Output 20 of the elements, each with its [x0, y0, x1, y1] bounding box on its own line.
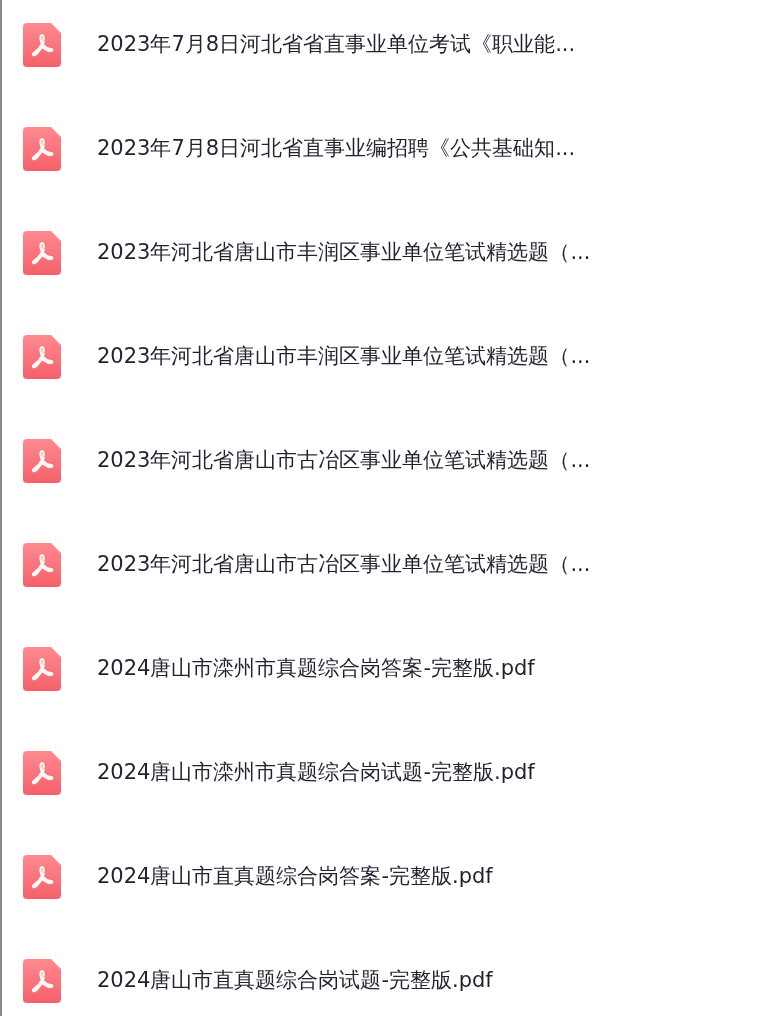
file-name[interactable]: 2024唐山市滦州市真题综合岗答案-完整版.pdf: [97, 653, 535, 685]
file-name[interactable]: 2024唐山市滦州市真题综合岗试题-完整版.pdf: [97, 757, 535, 789]
pdf-file-icon: [23, 231, 61, 275]
file-name[interactable]: 2023年河北省唐山市丰润区事业单位笔试精选题（...: [97, 341, 591, 373]
pdf-file-icon: [23, 751, 61, 795]
pdf-file-icon: [23, 127, 61, 171]
file-name[interactable]: 2024唐山市直真题综合岗试题-完整版.pdf: [97, 965, 493, 997]
pdf-file-icon: [23, 335, 61, 379]
file-name[interactable]: 2024唐山市直真题综合岗答案-完整版.pdf: [97, 861, 493, 893]
pdf-file-icon: [23, 23, 61, 67]
pdf-file-icon: [23, 855, 61, 899]
file-name[interactable]: 2023年7月8日河北省直事业编招聘《公共基础知...: [97, 133, 576, 165]
pdf-file-icon: [23, 543, 61, 587]
file-name[interactable]: 2023年河北省唐山市古冶区事业单位笔试精选题（...: [97, 445, 591, 477]
pdf-file-icon: [23, 959, 61, 1003]
file-name[interactable]: 2023年7月8日河北省省直事业单位考试《职业能...: [97, 29, 576, 61]
pdf-file-icon: [23, 647, 61, 691]
file-name[interactable]: 2023年河北省唐山市古冶区事业单位笔试精选题（...: [97, 549, 591, 581]
pdf-file-icon: [23, 439, 61, 483]
file-name[interactable]: 2023年河北省唐山市丰润区事业单位笔试精选题（...: [97, 237, 591, 269]
